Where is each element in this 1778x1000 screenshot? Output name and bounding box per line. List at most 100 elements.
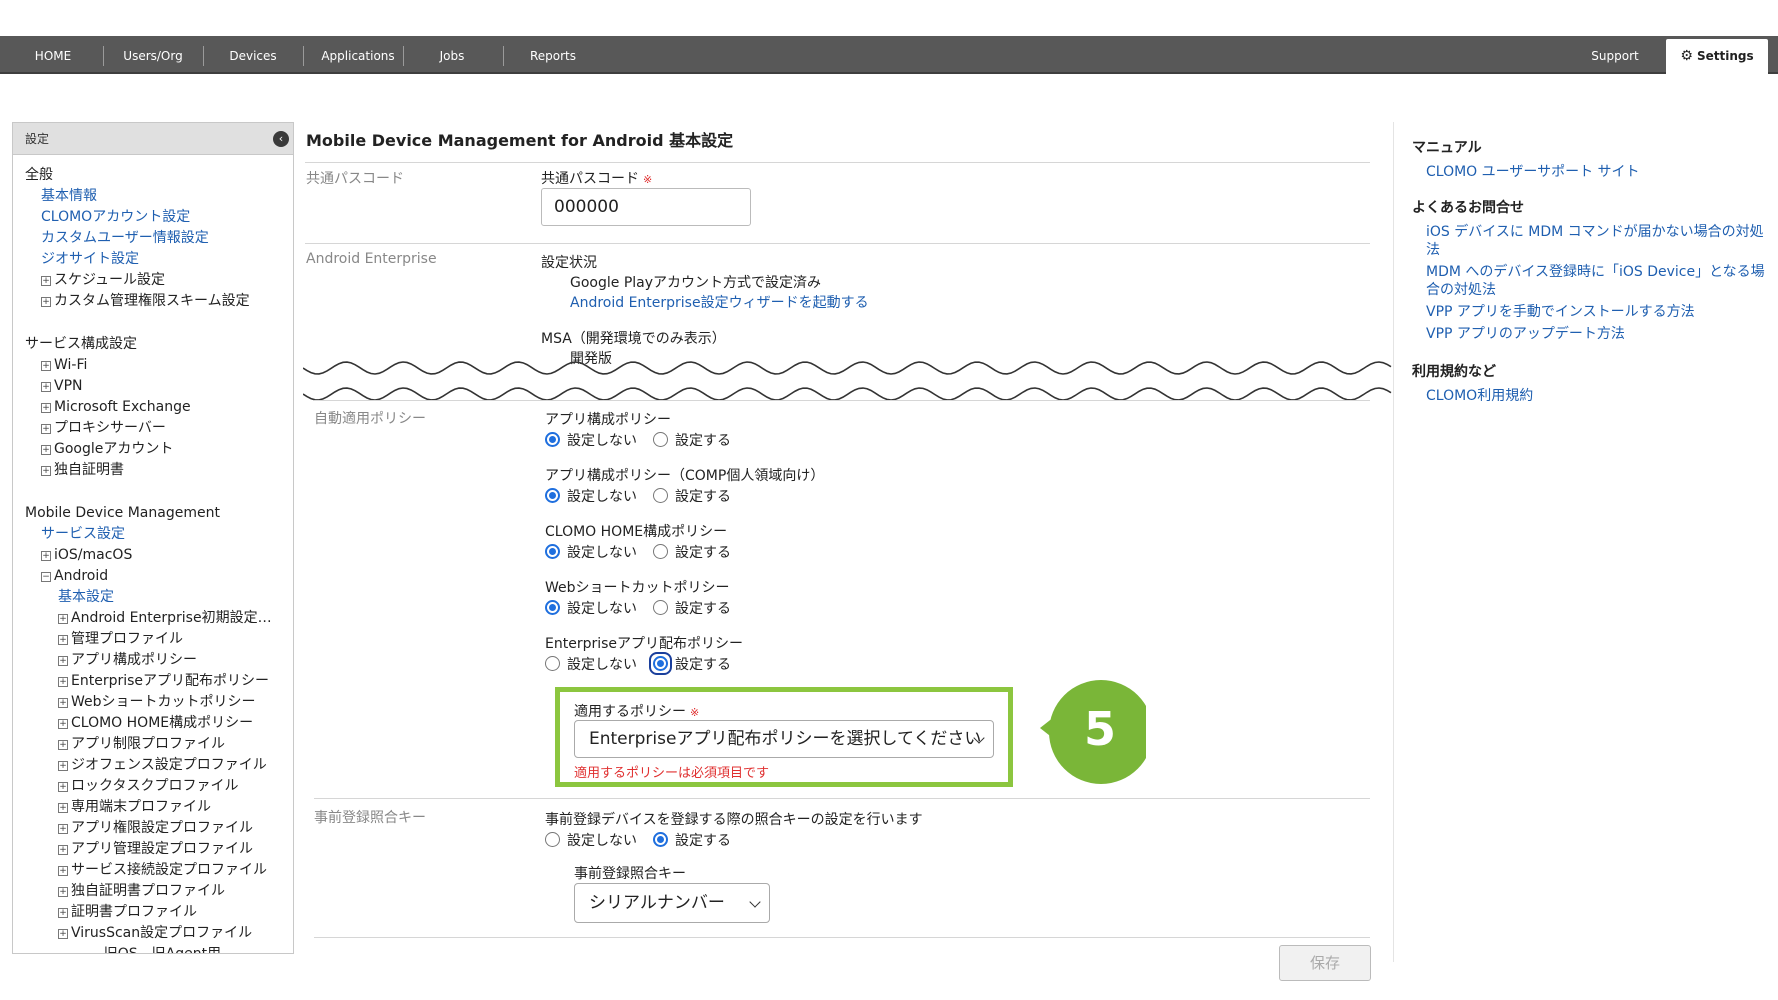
sidebar-item-app-permission[interactable]: + アプリ権限設定プロファイル xyxy=(25,818,293,839)
sidebar-link-geosite[interactable]: ジオサイト設定 xyxy=(25,249,293,270)
sidebar-link-clomo-account[interactable]: CLOMOアカウント設定 xyxy=(25,207,293,228)
sidebar-item-vpn[interactable]: + VPN xyxy=(25,376,293,397)
expand-icon: + xyxy=(58,677,68,687)
sidebar-item-app-management[interactable]: + アプリ管理設定プロファイル xyxy=(25,839,293,860)
manual-title: マニュアル xyxy=(1412,140,1482,156)
sidebar-item-exchange[interactable]: + Microsoft Exchange xyxy=(25,397,293,418)
app-config-policy-on-radio[interactable] xyxy=(653,432,668,447)
sidebar-item-app-restriction[interactable]: + アプリ制限プロファイル xyxy=(25,734,293,755)
clomo-home-policy-on-radio[interactable] xyxy=(653,544,668,559)
sidebar-item-certificate[interactable]: + 独自証明書 xyxy=(25,460,293,481)
nav-support[interactable]: Support xyxy=(1580,36,1650,74)
apply-policy-select[interactable]: Enterpriseアプリ配布ポリシーを選択してください xyxy=(574,720,994,758)
sidebar-link-custom-user-info[interactable]: カスタムユーザー情報設定 xyxy=(25,228,293,249)
expand-icon: + xyxy=(58,656,68,666)
sidebar-item-enterprise-app-policy[interactable]: + Enterpriseアプリ配布ポリシー xyxy=(25,671,293,692)
expand-icon: + xyxy=(41,382,51,392)
apply-policy-label: 適用するポリシー ※ xyxy=(574,704,700,720)
sidebar-link-android-basic[interactable]: 基本設定 xyxy=(25,587,293,608)
sidebar-link-basic-info[interactable]: 基本情報 xyxy=(25,186,293,207)
divider xyxy=(305,162,1370,163)
sidebar-item-management-profile[interactable]: + 管理プロファイル xyxy=(25,629,293,650)
sidebar-item-service-connection[interactable]: + サービス接続設定プロファイル xyxy=(25,860,293,881)
sidebar-item-schedule[interactable]: + スケジュール設定 xyxy=(25,270,293,291)
enterprise-app-policy-radios: 設定しない 設定する xyxy=(545,652,731,675)
nav-reports[interactable]: Reports xyxy=(518,36,588,74)
apply-policy-highlight-box: 適用するポリシー ※ Enterpriseアプリ配布ポリシーを選択してください 適… xyxy=(555,687,1013,787)
app-config-comp-off-radio[interactable] xyxy=(545,488,560,503)
prereg-off-radio[interactable] xyxy=(545,832,560,847)
sidebar-item-own-cert-profile[interactable]: + 独自証明書プロファイル xyxy=(25,881,293,902)
nav-home[interactable]: HOME xyxy=(22,36,84,74)
nav-applications[interactable]: Applications xyxy=(310,36,406,74)
sidebar-item-wifi[interactable]: + Wi-Fi xyxy=(25,355,293,376)
app-config-comp-label: アプリ構成ポリシー（COMP個人領域向け） xyxy=(545,468,825,484)
collapse-icon: − xyxy=(41,572,51,582)
web-shortcut-policy-on-radio[interactable] xyxy=(653,600,668,615)
status-label: 設定状況 xyxy=(541,255,597,271)
user-support-site-link[interactable]: CLOMO ユーザーサポート サイト xyxy=(1412,163,1640,181)
sidebar-item-android-enterprise[interactable]: + Android Enterprise初期設定… xyxy=(25,608,293,629)
sidebar-item-dedicated-device[interactable]: + 専用端末プロファイル xyxy=(25,797,293,818)
nav-settings-tab[interactable]: ⚙ Settings xyxy=(1666,39,1768,77)
sidebar-link-service-settings[interactable]: サービス設定 xyxy=(25,524,293,545)
terms-link[interactable]: CLOMO利用規約 xyxy=(1412,387,1533,405)
sidebar-item-app-config-policy[interactable]: + アプリ構成ポリシー xyxy=(25,650,293,671)
app-config-policy-off-radio[interactable] xyxy=(545,432,560,447)
android-enterprise-row-label: Android Enterprise xyxy=(306,251,437,267)
expand-icon: + xyxy=(41,276,51,286)
sidebar-title: 設定 xyxy=(25,132,50,146)
expand-icon: + xyxy=(41,297,51,307)
sidebar-item-lock-task[interactable]: + ロックタスクプロファイル xyxy=(25,776,293,797)
app-config-comp-on-radio[interactable] xyxy=(653,488,668,503)
faq-link-ios-device[interactable]: MDM へのデバイス登録時に「iOS Device」となる場合の対処法 xyxy=(1412,263,1767,299)
web-shortcut-policy-off-radio[interactable] xyxy=(545,600,560,615)
passcode-input[interactable]: 000000 xyxy=(541,188,751,226)
faq-link-mdm-command[interactable]: iOS デバイスに MDM コマンドが届かない場合の対処法 xyxy=(1412,223,1767,259)
expand-icon: + xyxy=(41,424,51,434)
sidebar-item-android[interactable]: − Android xyxy=(25,566,293,587)
sidebar-item-clomo-home-policy[interactable]: + CLOMO HOME構成ポリシー xyxy=(25,713,293,734)
sidebar-item-proxy[interactable]: + プロキシサーバー xyxy=(25,418,293,439)
prereg-key-select-value: シリアルナンバー xyxy=(589,893,725,913)
enterprise-app-policy-off-radio[interactable] xyxy=(545,656,560,671)
sidebar-item-custom-permission[interactable]: + カスタム管理権限スキーム設定 xyxy=(25,291,293,312)
sidebar-item-cert-profile[interactable]: + 証明書プロファイル xyxy=(25,902,293,923)
nav-devices[interactable]: Devices xyxy=(218,36,288,74)
expand-icon: + xyxy=(58,719,68,729)
prereg-key-select[interactable]: シリアルナンバー xyxy=(574,883,770,923)
sidebar-item-ios-macos[interactable]: + iOS/macOS xyxy=(25,545,293,566)
sidebar-section-general: 全般 xyxy=(25,167,53,183)
save-button[interactable]: 保存 xyxy=(1279,945,1371,981)
auto-policy-row-label: 自動適用ポリシー xyxy=(314,411,426,427)
gear-icon: ⚙ xyxy=(1680,48,1693,64)
app-config-policy-radios: 設定しない 設定する xyxy=(545,430,731,450)
expand-icon: + xyxy=(58,635,68,645)
faq-title: よくあるお問合せ xyxy=(1412,200,1524,216)
enterprise-app-policy-label: Enterpriseアプリ配布ポリシー xyxy=(545,636,744,652)
sidebar-section-service: サービス構成設定 xyxy=(25,336,137,352)
faq-link-vpp-update[interactable]: VPP アプリのアップデート方法 xyxy=(1412,325,1767,343)
clomo-home-policy-radios: 設定しない 設定する xyxy=(545,542,731,562)
enterprise-app-policy-on-radio[interactable] xyxy=(653,656,668,671)
expand-icon: + xyxy=(58,887,68,897)
nav-users-org[interactable]: Users/Org xyxy=(112,36,194,74)
sidebar-item-web-shortcut-policy[interactable]: + Webショートカットポリシー xyxy=(25,692,293,713)
nav-settings-label: Settings xyxy=(1696,49,1754,63)
prereg-description: 事前登録デバイスを登録する際の照合キーの設定を行います xyxy=(545,812,923,828)
expand-icon: + xyxy=(41,361,51,371)
sidebar-item-virusscan[interactable]: + VirusScan設定プロファイル xyxy=(25,923,293,944)
collapse-sidebar-icon[interactable]: ‹ xyxy=(273,131,289,147)
sidebar-item-geofence[interactable]: + ジオフェンス設定プロファイル xyxy=(25,755,293,776)
app-config-comp-radios: 設定しない 設定する xyxy=(545,486,731,506)
enterprise-wizard-link[interactable]: Android Enterprise設定ウィザードを起動する xyxy=(570,292,869,312)
clomo-home-policy-off-radio[interactable] xyxy=(545,544,560,559)
nav-jobs[interactable]: Jobs xyxy=(420,36,484,74)
page-title: Mobile Device Management for Android 基本設… xyxy=(306,131,734,150)
nav-separator xyxy=(103,46,104,66)
app-config-policy-label: アプリ構成ポリシー xyxy=(545,412,671,428)
faq-section: よくあるお問合せ iOS デバイスに MDM コマンドが届かない場合の対処法 M… xyxy=(1412,197,1767,343)
prereg-on-radio[interactable] xyxy=(653,832,668,847)
sidebar-item-google-account[interactable]: + Googleアカウント xyxy=(25,439,293,460)
faq-link-vpp-install[interactable]: VPP アプリを手動でインストールする方法 xyxy=(1412,303,1767,321)
